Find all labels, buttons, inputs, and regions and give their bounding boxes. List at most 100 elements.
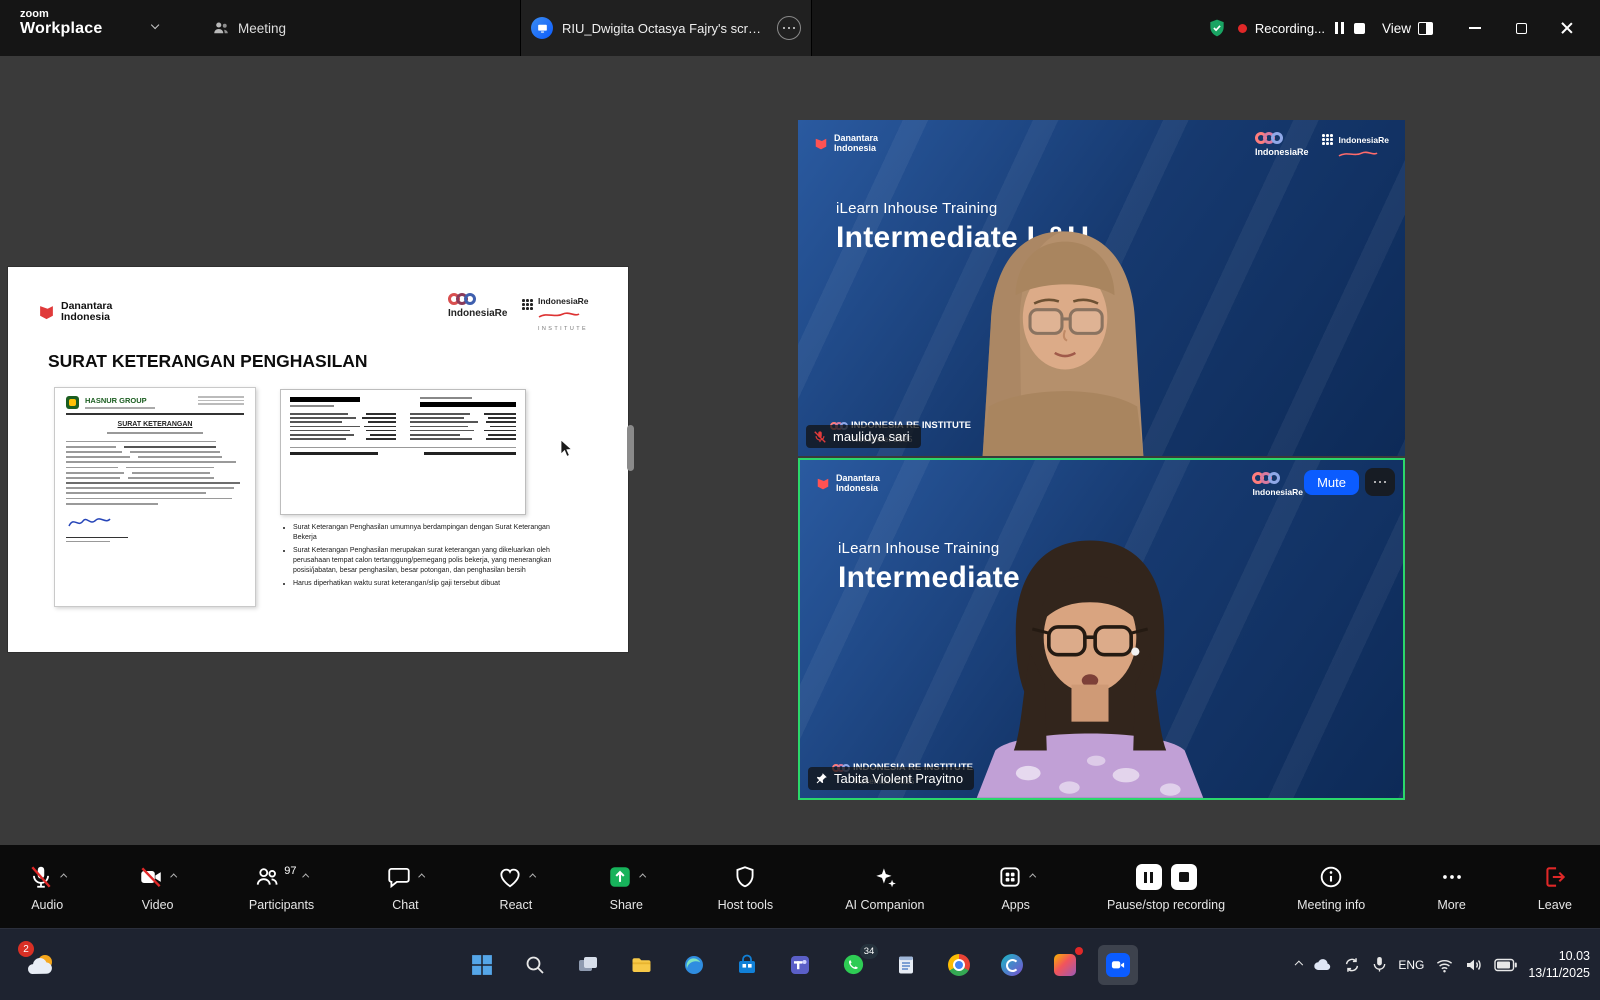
shared-screen-tab-label: RIU_Dwigita Octasya Fajry's screen: [562, 21, 768, 36]
ms-store-icon: [736, 954, 758, 976]
teams-button[interactable]: [780, 945, 820, 985]
toolbar-ai-companion-button[interactable]: AI Companion: [845, 861, 924, 912]
search-button[interactable]: [515, 945, 555, 985]
whatsapp-button[interactable]: 34: [833, 945, 873, 985]
sync-icon[interactable]: [1343, 956, 1361, 974]
canva-button[interactable]: [992, 945, 1032, 985]
tile-more-button[interactable]: [1365, 468, 1395, 496]
letterhead: HASNUR GROUP: [66, 396, 244, 409]
tray-mic-icon[interactable]: [1372, 956, 1387, 973]
institute-scribble-icon: [1338, 150, 1378, 158]
taskbar-pinned-apps: 34: [462, 929, 1138, 1000]
tab-shared-screen[interactable]: RIU_Dwigita Octasya Fajry's screen: [520, 0, 812, 56]
share-screen-icon: [607, 864, 633, 890]
indonesiare-wordmark: IndonesiaRe: [1255, 147, 1309, 157]
recording-indicator: Recording...: [1238, 20, 1365, 36]
start-button[interactable]: [462, 945, 502, 985]
react-options-chevron-icon[interactable]: [529, 873, 537, 881]
letter-document: HASNUR GROUP SURAT KETERANGAN: [54, 387, 256, 607]
toolbar-video-button[interactable]: Video: [138, 861, 176, 912]
institute-dotgrid-icon: [1322, 134, 1334, 163]
security-shield-icon[interactable]: [1207, 18, 1227, 38]
slip-table: [290, 411, 516, 443]
zoom-meeting-window: zoom Workplace Meeting RIU_Dwigita Octas…: [0, 0, 1600, 1000]
share-options-chevron-icon[interactable]: [639, 873, 647, 881]
toolbar-chat-button[interactable]: Chat: [386, 861, 424, 912]
zoom-taskbar-button[interactable]: [1098, 945, 1138, 985]
wifi-icon[interactable]: [1435, 957, 1454, 973]
participants-options-chevron-icon[interactable]: [302, 873, 310, 881]
windows-taskbar: 2: [0, 928, 1600, 1000]
participant-name-label: maulidya sari: [806, 425, 921, 448]
chrome-button[interactable]: [939, 945, 979, 985]
toolbar-host-tools-button[interactable]: Host tools: [718, 861, 774, 912]
close-button[interactable]: [1544, 0, 1590, 56]
toolbar-meeting-info-button[interactable]: Meeting info: [1297, 861, 1365, 912]
edge-browser-button[interactable]: [674, 945, 714, 985]
toolbar-more-button[interactable]: More: [1437, 861, 1465, 912]
meeting-content-area: Danantara Indonesia IndonesiaRe Indonesi…: [0, 56, 1600, 845]
pause-recording-icon[interactable]: [1333, 20, 1346, 36]
participant-name: maulidya sari: [833, 429, 910, 444]
tray-expand-chevron-icon[interactable]: [1294, 960, 1302, 968]
pause-recording-button[interactable]: [1136, 864, 1162, 890]
participant-name: Tabita Violent Prayitno: [834, 771, 963, 786]
minimize-button[interactable]: [1452, 0, 1498, 56]
toolbar-participants-button[interactable]: 97 Participants: [249, 861, 314, 912]
recording-status-text: Recording...: [1255, 21, 1325, 36]
signature-scribble-icon: [66, 514, 112, 530]
battery-icon[interactable]: [1494, 958, 1517, 972]
stop-recording-button[interactable]: [1171, 864, 1197, 890]
toolbar-audio-button[interactable]: Audio: [28, 861, 66, 912]
bullet-item: Surat Keterangan Penghasilan merupakan s…: [293, 546, 574, 576]
toolbar-leave-button[interactable]: Leave: [1538, 861, 1572, 912]
slide-bullets: Surat Keterangan Penghasilan umumnya ber…: [282, 523, 574, 591]
weather-widget[interactable]: 2: [14, 939, 68, 991]
workspace-dropdown-chevron-icon[interactable]: [151, 21, 160, 30]
file-explorer-button[interactable]: [621, 945, 661, 985]
logo-zoom-text: zoom: [20, 9, 102, 21]
file-explorer-icon: [630, 954, 653, 976]
whatsapp-badge: 34: [860, 944, 878, 959]
indonesiare-institute-logo: IndonesiaRe INSTITUTE: [522, 297, 589, 332]
chat-options-chevron-icon[interactable]: [418, 873, 426, 881]
participant-name-label: Tabita Violent Prayitno: [808, 767, 974, 790]
volume-icon[interactable]: [1465, 957, 1483, 973]
danantara-text-line1: Danantara: [61, 300, 112, 312]
institute-scribble-icon: [538, 311, 580, 319]
chrome-icon: [948, 954, 970, 976]
view-button[interactable]: View: [1382, 21, 1433, 36]
task-view-button[interactable]: [568, 945, 608, 985]
toolbar-share-button[interactable]: Share: [607, 861, 645, 912]
tab-meeting[interactable]: Meeting: [212, 0, 286, 56]
toolbar-apps-button[interactable]: Apps: [997, 861, 1035, 912]
danantara-mark-icon: [814, 137, 828, 151]
danantara-mark-icon: [816, 477, 830, 491]
maximize-button[interactable]: [1498, 0, 1544, 56]
toolbar-pause-stop-recording: Pause/stop recording: [1107, 861, 1225, 912]
photos-notification-dot: [1075, 947, 1083, 955]
ms-store-button[interactable]: [727, 945, 767, 985]
pin-icon: [815, 772, 828, 785]
photos-button[interactable]: [1045, 945, 1085, 985]
language-indicator[interactable]: ENG: [1398, 958, 1424, 972]
video-options-chevron-icon[interactable]: [170, 873, 178, 881]
meeting-info-icon: [1318, 864, 1344, 890]
date: 13/11/2025: [1528, 965, 1590, 981]
toolbar-react-button[interactable]: React: [497, 861, 535, 912]
onedrive-icon[interactable]: [1312, 956, 1332, 973]
audio-options-chevron-icon[interactable]: [60, 873, 68, 881]
apps-options-chevron-icon[interactable]: [1028, 873, 1036, 881]
slide-title: SURAT KETERANGAN PENGHASILAN: [48, 351, 368, 372]
ai-companion-sparkle-icon: [872, 864, 898, 890]
mute-participant-button[interactable]: Mute: [1304, 470, 1359, 495]
shared-screen-tab-more-button[interactable]: [777, 16, 801, 40]
chat-icon: [386, 864, 412, 890]
stop-recording-icon[interactable]: [1354, 23, 1365, 34]
leave-meeting-icon: [1542, 864, 1568, 890]
notepad-button[interactable]: [886, 945, 926, 985]
video-tile-maulidya[interactable]: Danantara Indonesia IndonesiaRe Indonesi…: [798, 120, 1405, 456]
clock[interactable]: 10.03 13/11/2025: [1528, 948, 1590, 981]
video-tile-tabita-active-speaker[interactable]: Danantara Indonesia IndonesiaRe Mute iLe…: [798, 458, 1405, 800]
scroll-thumb[interactable]: [627, 425, 634, 471]
